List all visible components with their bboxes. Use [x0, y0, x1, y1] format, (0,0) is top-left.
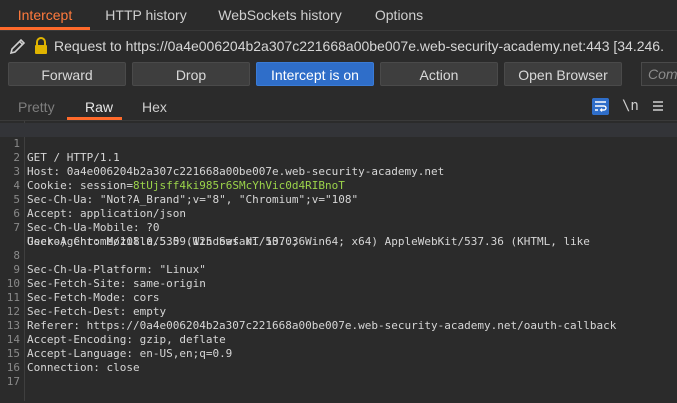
tab-http-history[interactable]: HTTP history — [92, 0, 200, 30]
header-line: 6 Sec-Ch-Ua-Mobile: ?0 — [0, 193, 677, 234]
tab-raw[interactable]: Raw — [85, 99, 113, 115]
intercept-toolbar: Forward Drop Intercept is on Action Open… — [0, 62, 677, 87]
proxy-tab-bar: Intercept HTTP history WebSockets histor… — [0, 0, 677, 31]
request-line: 1 GET / HTTP/1.1 — [0, 123, 677, 164]
comment-input[interactable]: Comment — [641, 62, 677, 86]
pencil-icon[interactable] — [8, 36, 28, 56]
header-line: 15 Connection: close — [0, 333, 677, 374]
intercept-toggle-button[interactable]: Intercept is on — [256, 62, 374, 86]
header-line: 9 Sec-Fetch-Site: same-origin — [0, 249, 677, 290]
header-line: 11 Sec-Fetch-Dest: empty — [0, 277, 677, 318]
message-view-bar: Pretty Raw Hex \n — [0, 94, 677, 120]
empty-line: 17 — [0, 361, 677, 388]
header-line: 10 Sec-Fetch-Mode: cors — [0, 263, 677, 304]
header-line: 2 Host: 0a4e006204b2a307c221668a00be007e… — [0, 137, 677, 178]
tab-intercept[interactable]: Intercept — [0, 0, 90, 30]
active-tab-indicator — [0, 27, 90, 30]
request-target-text: Request to https://0a4e006204b2a307c2216… — [54, 38, 664, 54]
newline-toggle-button[interactable]: \n — [622, 98, 639, 114]
tab-websockets-history[interactable]: WebSockets history — [204, 0, 356, 30]
header-line: 3 Cookie: session=8tUjsff4ki985r6SMcYhVi… — [0, 151, 677, 192]
header-line: 14 Accept-Language: en-US,en;q=0.9 — [0, 319, 677, 360]
tab-options[interactable]: Options — [360, 0, 438, 30]
request-info-bar: Request to https://0a4e006204b2a307c2216… — [0, 34, 677, 60]
header-line: 12 Referer: https://0a4e006204b2a307c221… — [0, 291, 677, 332]
open-browser-button[interactable]: Open Browser — [504, 62, 622, 86]
lock-icon — [35, 37, 47, 54]
action-button[interactable]: Action — [380, 62, 498, 86]
raw-request-editor[interactable]: 1 GET / HTTP/1.1 2 Host: 0a4e006204b2a30… — [0, 120, 677, 401]
header-line: 13 Accept-Encoding: gzip, deflate — [0, 305, 677, 346]
drop-button[interactable]: Drop — [132, 62, 250, 86]
empty-line: 16 — [0, 347, 677, 374]
menu-icon[interactable] — [651, 98, 665, 114]
header-line: 4 Sec-Ch-Ua: "Not?A_Brand";v="8", "Chrom… — [0, 165, 677, 206]
wrapped-line: Gecko) Chrome/108.0.5359.125 Safari/537.… — [0, 221, 677, 248]
word-wrap-icon[interactable] — [592, 98, 609, 115]
header-line: 8 Sec-Ch-Ua-Platform: "Linux" — [0, 235, 677, 276]
line-number: 17 — [6, 375, 20, 388]
header-line: 7 User-Agent: Mozilla/5.0 (Windows NT 10… — [0, 207, 677, 248]
forward-button[interactable]: Forward — [8, 62, 126, 86]
tab-pretty[interactable]: Pretty — [18, 99, 55, 115]
header-line: 5 Accept: application/json — [0, 179, 677, 220]
tab-hex[interactable]: Hex — [142, 99, 167, 115]
